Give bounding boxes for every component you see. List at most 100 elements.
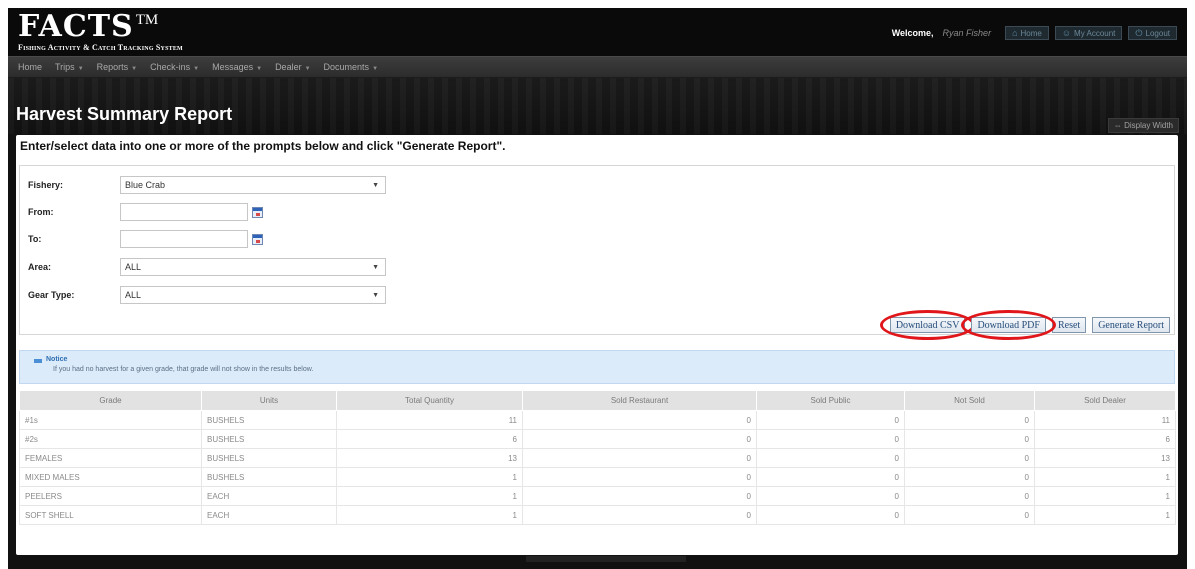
column-header[interactable]: Sold Dealer: [1034, 390, 1176, 411]
nav-home[interactable]: Home: [18, 62, 42, 72]
sold-restaurant-cell: 0: [522, 429, 757, 449]
harvest-table-container: Grade Units Total Quantity Sold Restaura…: [19, 390, 1176, 525]
units-cell: BUSHELS: [201, 429, 337, 449]
display-width-label: Display Width: [1124, 121, 1173, 130]
title-band: Harvest Summary Report ⇔ Display Width: [8, 78, 1187, 134]
table-row: SOFT SHELL EACH 1 0 0 0 1: [19, 505, 1176, 525]
not-sold-cell: 0: [904, 410, 1035, 430]
chevron-down-icon: ▼: [304, 66, 311, 72]
nav-trips[interactable]: Trips ▼: [55, 62, 84, 72]
fishery-select-value: Blue Crab: [125, 180, 166, 190]
sold-public-cell: 0: [756, 410, 905, 430]
fishery-label: Fishery:: [28, 180, 64, 190]
grade-cell: #1s: [19, 410, 202, 430]
table-row: MIXED MALES BUSHELS 1 0 0 0 1: [19, 467, 1176, 487]
column-header[interactable]: Units: [201, 390, 337, 411]
from-date-input[interactable]: [120, 203, 248, 221]
grade-cell: PEELERS: [19, 486, 202, 506]
sold-restaurant-cell: 0: [522, 505, 757, 525]
table-row: #2s BUSHELS 6 0 0 0 6: [19, 429, 1176, 449]
chevron-down-icon: ▼: [256, 66, 263, 72]
info-icon: [34, 359, 42, 363]
fishery-select[interactable]: Blue Crab ▼: [120, 176, 386, 194]
notice-text: If you had no harvest for a given grade,…: [53, 366, 314, 373]
main-nav: Home Trips ▼ Reports ▼ Check-ins ▼ Messages…: [8, 56, 1187, 78]
gear-type-row: Gear Type: ALL ▼: [28, 286, 386, 304]
calendar-icon[interactable]: [252, 233, 263, 245]
nav-reports[interactable]: Reports ▼: [97, 62, 137, 72]
not-sold-cell: 0: [904, 486, 1035, 506]
nav-documents-label: Documents: [323, 62, 370, 72]
gear-type-select-value: ALL: [125, 290, 142, 300]
generate-report-button[interactable]: Generate Report: [1092, 317, 1170, 333]
to-date-input[interactable]: [120, 230, 248, 248]
not-sold-cell: 0: [904, 467, 1035, 487]
units-cell: EACH: [201, 486, 337, 506]
nav-home-label: Home: [18, 62, 43, 72]
from-label: From:: [28, 207, 54, 217]
my-account-button-label: My Account: [1074, 28, 1116, 38]
column-header[interactable]: Total Quantity: [336, 390, 523, 411]
not-sold-cell: 0: [904, 429, 1035, 449]
table-row: FEMALES BUSHELS 13 0 0 0 13: [19, 448, 1176, 468]
sold-dealer-cell: 13: [1034, 448, 1176, 468]
notice-box: Notice If you had no harvest for a given…: [19, 350, 1175, 384]
calendar-icon[interactable]: [252, 206, 263, 218]
to-row: To:: [28, 230, 263, 248]
power-icon: ⏻: [1135, 27, 1143, 38]
area-label: Area:: [28, 262, 52, 272]
column-header[interactable]: Not Sold: [904, 390, 1035, 411]
fishery-row: Fishery: Blue Crab ▼: [28, 176, 386, 194]
units-cell: BUSHELS: [201, 448, 337, 468]
area-row: Area: ALL ▼: [28, 258, 386, 276]
logout-button-label: Logout: [1145, 28, 1170, 38]
chevron-down-icon: ▼: [131, 66, 138, 72]
nav-documents[interactable]: Documents ▼: [324, 62, 378, 72]
sold-public-cell: 0: [756, 467, 905, 487]
display-width-button[interactable]: ⇔ Display Width: [1107, 118, 1179, 133]
report-panel: Enter/select data into one or more of th…: [16, 135, 1178, 555]
nav-dealer[interactable]: Dealer ▼: [275, 62, 310, 72]
page-title: Harvest Summary Report: [16, 104, 233, 124]
column-header[interactable]: Sold Restaurant: [522, 390, 757, 411]
download-pdf-button[interactable]: Download PDF: [961, 310, 1056, 340]
nav-reports-label: Reports: [96, 62, 129, 72]
column-header[interactable]: Sold Public: [756, 390, 905, 411]
sold-restaurant-cell: 0: [522, 467, 757, 487]
home-button-label: Home: [1020, 28, 1042, 38]
table-row: #1s BUSHELS 11 0 0 0 11: [19, 410, 1176, 430]
not-sold-cell: 0: [904, 448, 1035, 468]
grade-cell: SOFT SHELL: [19, 505, 202, 525]
sold-public-cell: 0: [756, 505, 905, 525]
sold-dealer-cell: 11: [1034, 410, 1176, 430]
area-select[interactable]: ALL ▼: [120, 258, 386, 276]
total-quantity-cell: 11: [336, 410, 523, 430]
total-quantity-cell: 13: [336, 448, 523, 468]
nav-messages[interactable]: Messages ▼: [212, 62, 262, 72]
chevron-down-icon: ▼: [193, 66, 200, 72]
sold-restaurant-cell: 0: [522, 486, 757, 506]
facts-logo[interactable]: FACTS TM Fishing Activity & Catch Trackin…: [18, 9, 183, 53]
sold-dealer-cell: 1: [1034, 467, 1176, 487]
not-sold-cell: 0: [904, 505, 1035, 525]
total-quantity-cell: 1: [336, 467, 523, 487]
units-cell: BUSHELS: [201, 467, 337, 487]
my-account-button[interactable]: ☺ My Account: [1054, 26, 1123, 40]
chevron-down-icon: ▼: [372, 66, 379, 72]
area-select-value: ALL: [125, 262, 142, 272]
home-button[interactable]: ⌂ Home: [1005, 26, 1049, 40]
notice-title: Notice: [46, 356, 68, 363]
total-quantity-cell: 1: [336, 505, 523, 525]
logo-trademark: TM: [135, 12, 159, 28]
column-header[interactable]: Grade: [19, 390, 202, 411]
reset-button[interactable]: Reset: [1051, 317, 1087, 333]
top-header: FACTS TM Fishing Activity & Catch Trackin…: [8, 8, 1187, 56]
sold-public-cell: 0: [756, 486, 905, 506]
logout-button[interactable]: ⏻ Logout: [1128, 26, 1177, 40]
logo-text: FACTS: [18, 9, 134, 44]
download-csv-button[interactable]: Download CSV: [879, 310, 976, 340]
nav-check-ins[interactable]: Check-ins ▼: [150, 62, 199, 72]
sold-public-cell: 0: [756, 448, 905, 468]
sold-dealer-cell: 6: [1034, 429, 1176, 449]
gear-type-select[interactable]: ALL ▼: [120, 286, 386, 304]
